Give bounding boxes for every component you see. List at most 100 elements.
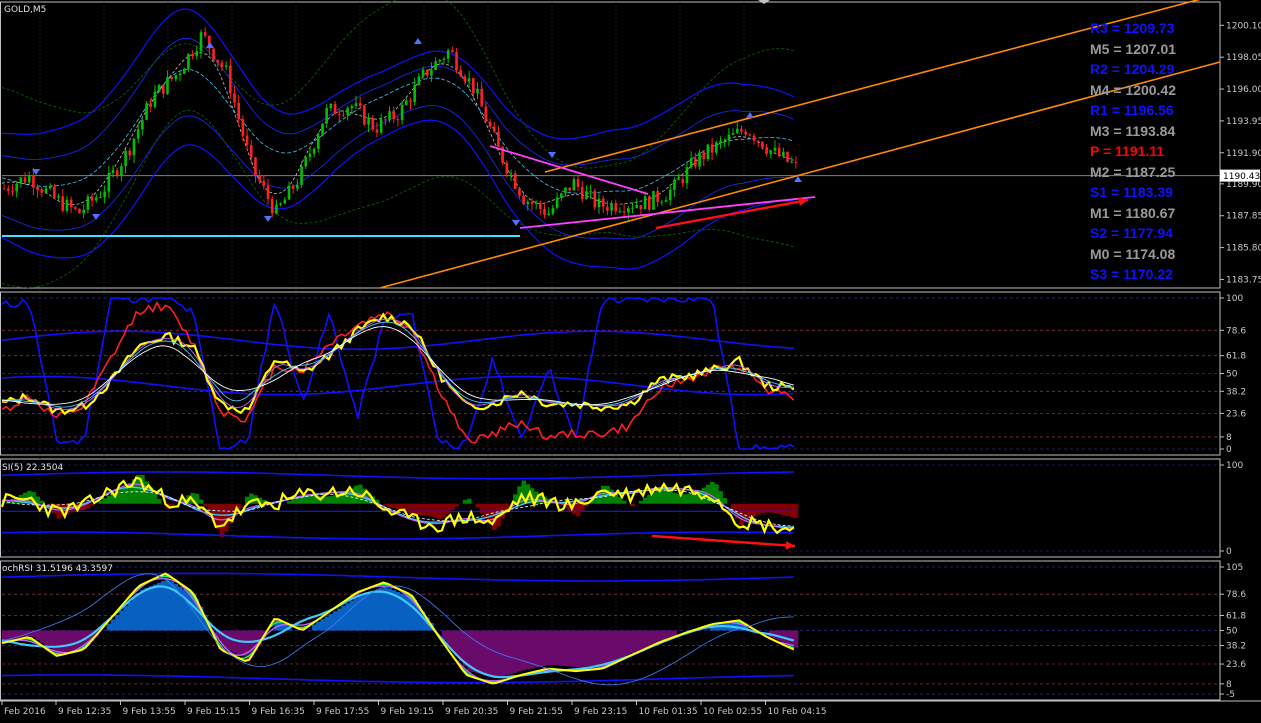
signal-arrow-3 — [264, 216, 272, 222]
candle-body — [719, 140, 722, 143]
candle-body — [367, 117, 370, 125]
stoch-histogram-bar — [609, 630, 614, 662]
candle-body — [530, 201, 534, 204]
rsi-histogram-bar — [622, 500, 627, 504]
stoch-histogram-bar — [571, 630, 577, 667]
rsi-histogram-bar — [777, 503, 782, 515]
candle-body — [761, 141, 764, 149]
stoch-histogram-bar — [240, 630, 246, 657]
candle-body — [794, 161, 798, 163]
bollinger-band-3 — [1, 119, 794, 270]
candle-body — [371, 117, 375, 130]
osc1-signal-line-0 — [1, 318, 794, 410]
candle-body — [136, 129, 140, 139]
candle-body — [354, 103, 358, 106]
candle-body — [149, 103, 153, 107]
candle-body — [325, 107, 328, 124]
rsi-histogram-bar — [781, 503, 786, 516]
time-axis-label: Feb 2016 — [4, 707, 46, 717]
rsi-histogram-bar — [203, 503, 208, 507]
candle-body — [614, 203, 618, 212]
stoch-histogram-bar — [115, 614, 120, 631]
candle-body — [706, 144, 710, 159]
rsi-histogram-bar — [739, 503, 744, 526]
signal-arrow-5 — [512, 220, 520, 226]
stoch-histogram-bar — [559, 630, 564, 666]
stoch-histogram-bar — [110, 619, 116, 631]
candle-body — [576, 179, 580, 187]
stoch-histogram-bar — [659, 630, 665, 642]
candle-body — [275, 204, 278, 214]
candle-body — [329, 103, 333, 108]
stoch-histogram-bar — [563, 630, 568, 667]
candle-body — [321, 123, 324, 136]
envelope-band-0 — [1, 0, 794, 169]
stoch-histogram-bar — [789, 630, 795, 646]
stoch-histogram-bar — [123, 606, 128, 631]
candle-body — [199, 32, 203, 52]
osc1-signal-line-1 — [1, 321, 794, 408]
candle-body — [656, 190, 659, 203]
stoch-histogram-bar — [655, 630, 661, 643]
candle-body — [782, 151, 785, 157]
stoch-histogram-bar — [584, 630, 589, 667]
candle-body — [363, 106, 366, 125]
rsi-label: SI(5) 22.3504 — [2, 463, 63, 473]
rsi-histogram-bar — [291, 499, 296, 504]
candle-body — [82, 209, 85, 214]
candle-body — [685, 167, 689, 184]
candle-body — [522, 195, 525, 205]
candle-body — [694, 158, 697, 167]
stochrsi-label: ochRSI 31.5196 43.3597 — [2, 564, 113, 574]
stoch-histogram-bar — [487, 630, 493, 677]
rsi-histogram-bar — [575, 503, 581, 517]
candle-body — [769, 150, 773, 154]
candle-body — [128, 150, 132, 156]
candle-body — [161, 84, 165, 94]
stoch-histogram-bar — [517, 630, 522, 672]
rsi-histogram-bar — [123, 486, 128, 504]
candle-body — [2, 188, 6, 190]
price-tick-label: 1198.05 — [1226, 53, 1261, 63]
rsi-histogram-bar — [785, 503, 790, 517]
price-tick-label: 1191.90 — [1226, 149, 1261, 159]
candle-body — [472, 78, 475, 94]
candle-body — [245, 135, 249, 146]
candle-body — [715, 142, 718, 153]
stoch-histogram-bar — [43, 630, 49, 646]
stoch-histogram-bar — [73, 630, 78, 650]
rsi-histogram-bar — [219, 503, 225, 538]
candle-body — [689, 158, 693, 168]
candle-body — [400, 104, 404, 121]
candle-body — [790, 161, 794, 163]
candle-body — [773, 147, 777, 151]
candle-body — [409, 100, 412, 103]
candle-body — [57, 196, 60, 198]
candle-body — [358, 103, 362, 107]
stoch-band-1 — [1, 674, 794, 684]
pivot-level: P = 1191.11 — [1090, 143, 1165, 159]
stoch-histogram-bar — [60, 630, 66, 653]
stoch-histogram-bar — [550, 630, 556, 666]
candle-body — [606, 206, 609, 211]
chart-canvas[interactable]: 1200.101198.051196.001193.951191.901189.… — [0, 0, 1261, 723]
time-axis-label: 9 Feb 17:55 — [316, 707, 369, 717]
stoch-histogram-bar — [312, 624, 317, 631]
pivot-level: M0 = 1174.08 — [1090, 245, 1176, 262]
stoch-tick-label: 78.6 — [1226, 590, 1246, 600]
stoch-histogram-bar — [605, 630, 610, 664]
candle-body — [48, 186, 52, 189]
rsi-histogram-bar — [425, 503, 430, 516]
candle-body — [65, 199, 69, 211]
candle-body — [350, 105, 354, 109]
rsi-histogram-bar — [328, 496, 334, 504]
candle-body — [78, 208, 81, 214]
rsi-histogram-bar — [387, 503, 392, 508]
osc1-signal-line-2 — [1, 326, 794, 406]
candle-body — [170, 77, 173, 79]
candle-body — [40, 190, 44, 193]
rsi-histogram-bar — [672, 492, 677, 504]
candle-body — [492, 126, 496, 132]
candle-body — [673, 179, 676, 190]
osc1-tick-label: 23.6 — [1226, 409, 1246, 419]
